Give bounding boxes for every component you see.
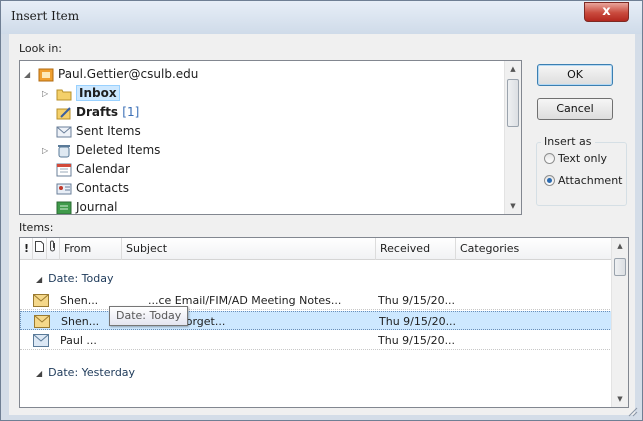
paperclip-icon [49,240,57,255]
collapse-icon[interactable]: ◢ [36,275,42,284]
tree-item-label: Inbox [76,85,120,101]
expand-icon[interactable]: ▷ [42,141,48,160]
title-bar: Insert Item x [1,1,642,34]
envelope-icon [33,334,49,353]
scroll-up-arrow-icon[interactable]: ▲ [505,61,521,77]
look-in-label: Look in: [19,42,62,55]
tree-item-sent-items[interactable]: Sent Items [56,122,141,141]
radio-unchecked-icon [544,153,555,164]
resize-grip-icon[interactable] [626,405,638,417]
calendar-icon [56,163,72,177]
received-column[interactable]: Received [376,238,456,260]
contacts-icon [56,182,72,196]
radio-label: Text only [558,152,608,165]
group-header-yesterday[interactable]: ◢ Date: Yesterday [20,363,612,382]
dialog-client: Look in: ◢ Paul.Gettier@csulb.edu ▷ Inbo… [9,34,635,415]
group-header-today[interactable]: ◢ Date: Today [20,269,612,288]
date-tooltip: Date: Today [109,306,189,326]
scroll-thumb[interactable] [507,79,519,127]
item-from: Paul ... [60,334,97,347]
item-received: Thu 9/15/20... [378,294,456,307]
unread-count: [1] [122,105,140,119]
icon-column[interactable] [33,238,47,260]
scroll-down-arrow-icon[interactable]: ▼ [505,198,521,214]
journal-icon [56,201,72,214]
item-received: Thu 9/15/20... [379,315,457,328]
tree-item-label: Deleted Items [76,143,161,157]
group-label: Date: Yesterday [48,366,136,379]
ok-button[interactable]: OK [537,64,613,86]
radio-checked-icon [544,175,555,186]
scroll-up-arrow-icon[interactable]: ▲ [612,238,628,254]
attachment-column[interactable] [47,238,60,260]
tree-item-label: Calendar [76,162,130,176]
folder-tree-scrollbar[interactable]: ▲ ▼ [504,61,521,214]
collapse-icon[interactable]: ◢ [36,369,42,378]
sent-items-icon [56,125,72,139]
group-label: Date: Today [48,272,114,285]
tree-item-mailbox[interactable]: ◢ Paul.Gettier@csulb.edu [24,65,198,84]
document-icon [35,241,44,255]
tree-item-label: Contacts [76,181,129,195]
inbox-folder-icon [56,87,72,101]
insert-item-dialog: Insert Item x Look in: ◢ Paul.Gettier@cs… [0,0,643,421]
from-column[interactable]: From [60,238,122,260]
attachment-radio[interactable]: Attachment [544,174,623,187]
close-button[interactable]: x [584,2,629,22]
text-only-radio[interactable]: Text only [544,152,607,165]
items-label: Items: [19,221,54,234]
folder-tree[interactable]: ◢ Paul.Gettier@csulb.edu ▷ Inbox Drafts … [19,60,522,215]
drafts-icon [56,106,72,120]
items-column-header: ! From Subject Received Categories [20,238,612,260]
mailbox-icon [38,68,54,82]
insert-as-label: Insert as [541,135,595,148]
scroll-thumb[interactable] [614,258,626,276]
tree-item-contacts[interactable]: Contacts [56,179,129,198]
tree-item-label: Sent Items [76,124,141,138]
tree-item-label: Journal [76,200,118,214]
tree-item-journal[interactable]: Journal [56,198,118,214]
tree-item-deleted-items[interactable]: ▷ Deleted Items [40,141,160,160]
collapse-icon[interactable]: ◢ [24,65,30,84]
item-received: Thu 9/15/20... [378,334,456,347]
importance-column[interactable]: ! [20,238,33,260]
tree-item-calendar[interactable]: Calendar [56,160,130,179]
dialog-title: Insert Item [11,9,80,23]
radio-label: Attachment [558,174,623,187]
tree-item-label: Paul.Gettier@csulb.edu [58,67,199,81]
tree-item-drafts[interactable]: Drafts [1] [56,103,139,122]
cancel-button[interactable]: Cancel [537,98,613,120]
expand-icon[interactable]: ▷ [42,84,48,103]
categories-column[interactable]: Categories [456,238,612,260]
list-item[interactable]: Paul ... Thu 9/15/20... [20,331,612,350]
subject-column[interactable]: Subject [122,238,376,260]
tree-item-inbox[interactable]: ▷ Inbox [40,84,120,103]
tree-item-label: Drafts [76,105,119,119]
items-scrollbar[interactable]: ▲ ▼ [611,238,628,407]
deleted-items-icon [56,144,72,158]
